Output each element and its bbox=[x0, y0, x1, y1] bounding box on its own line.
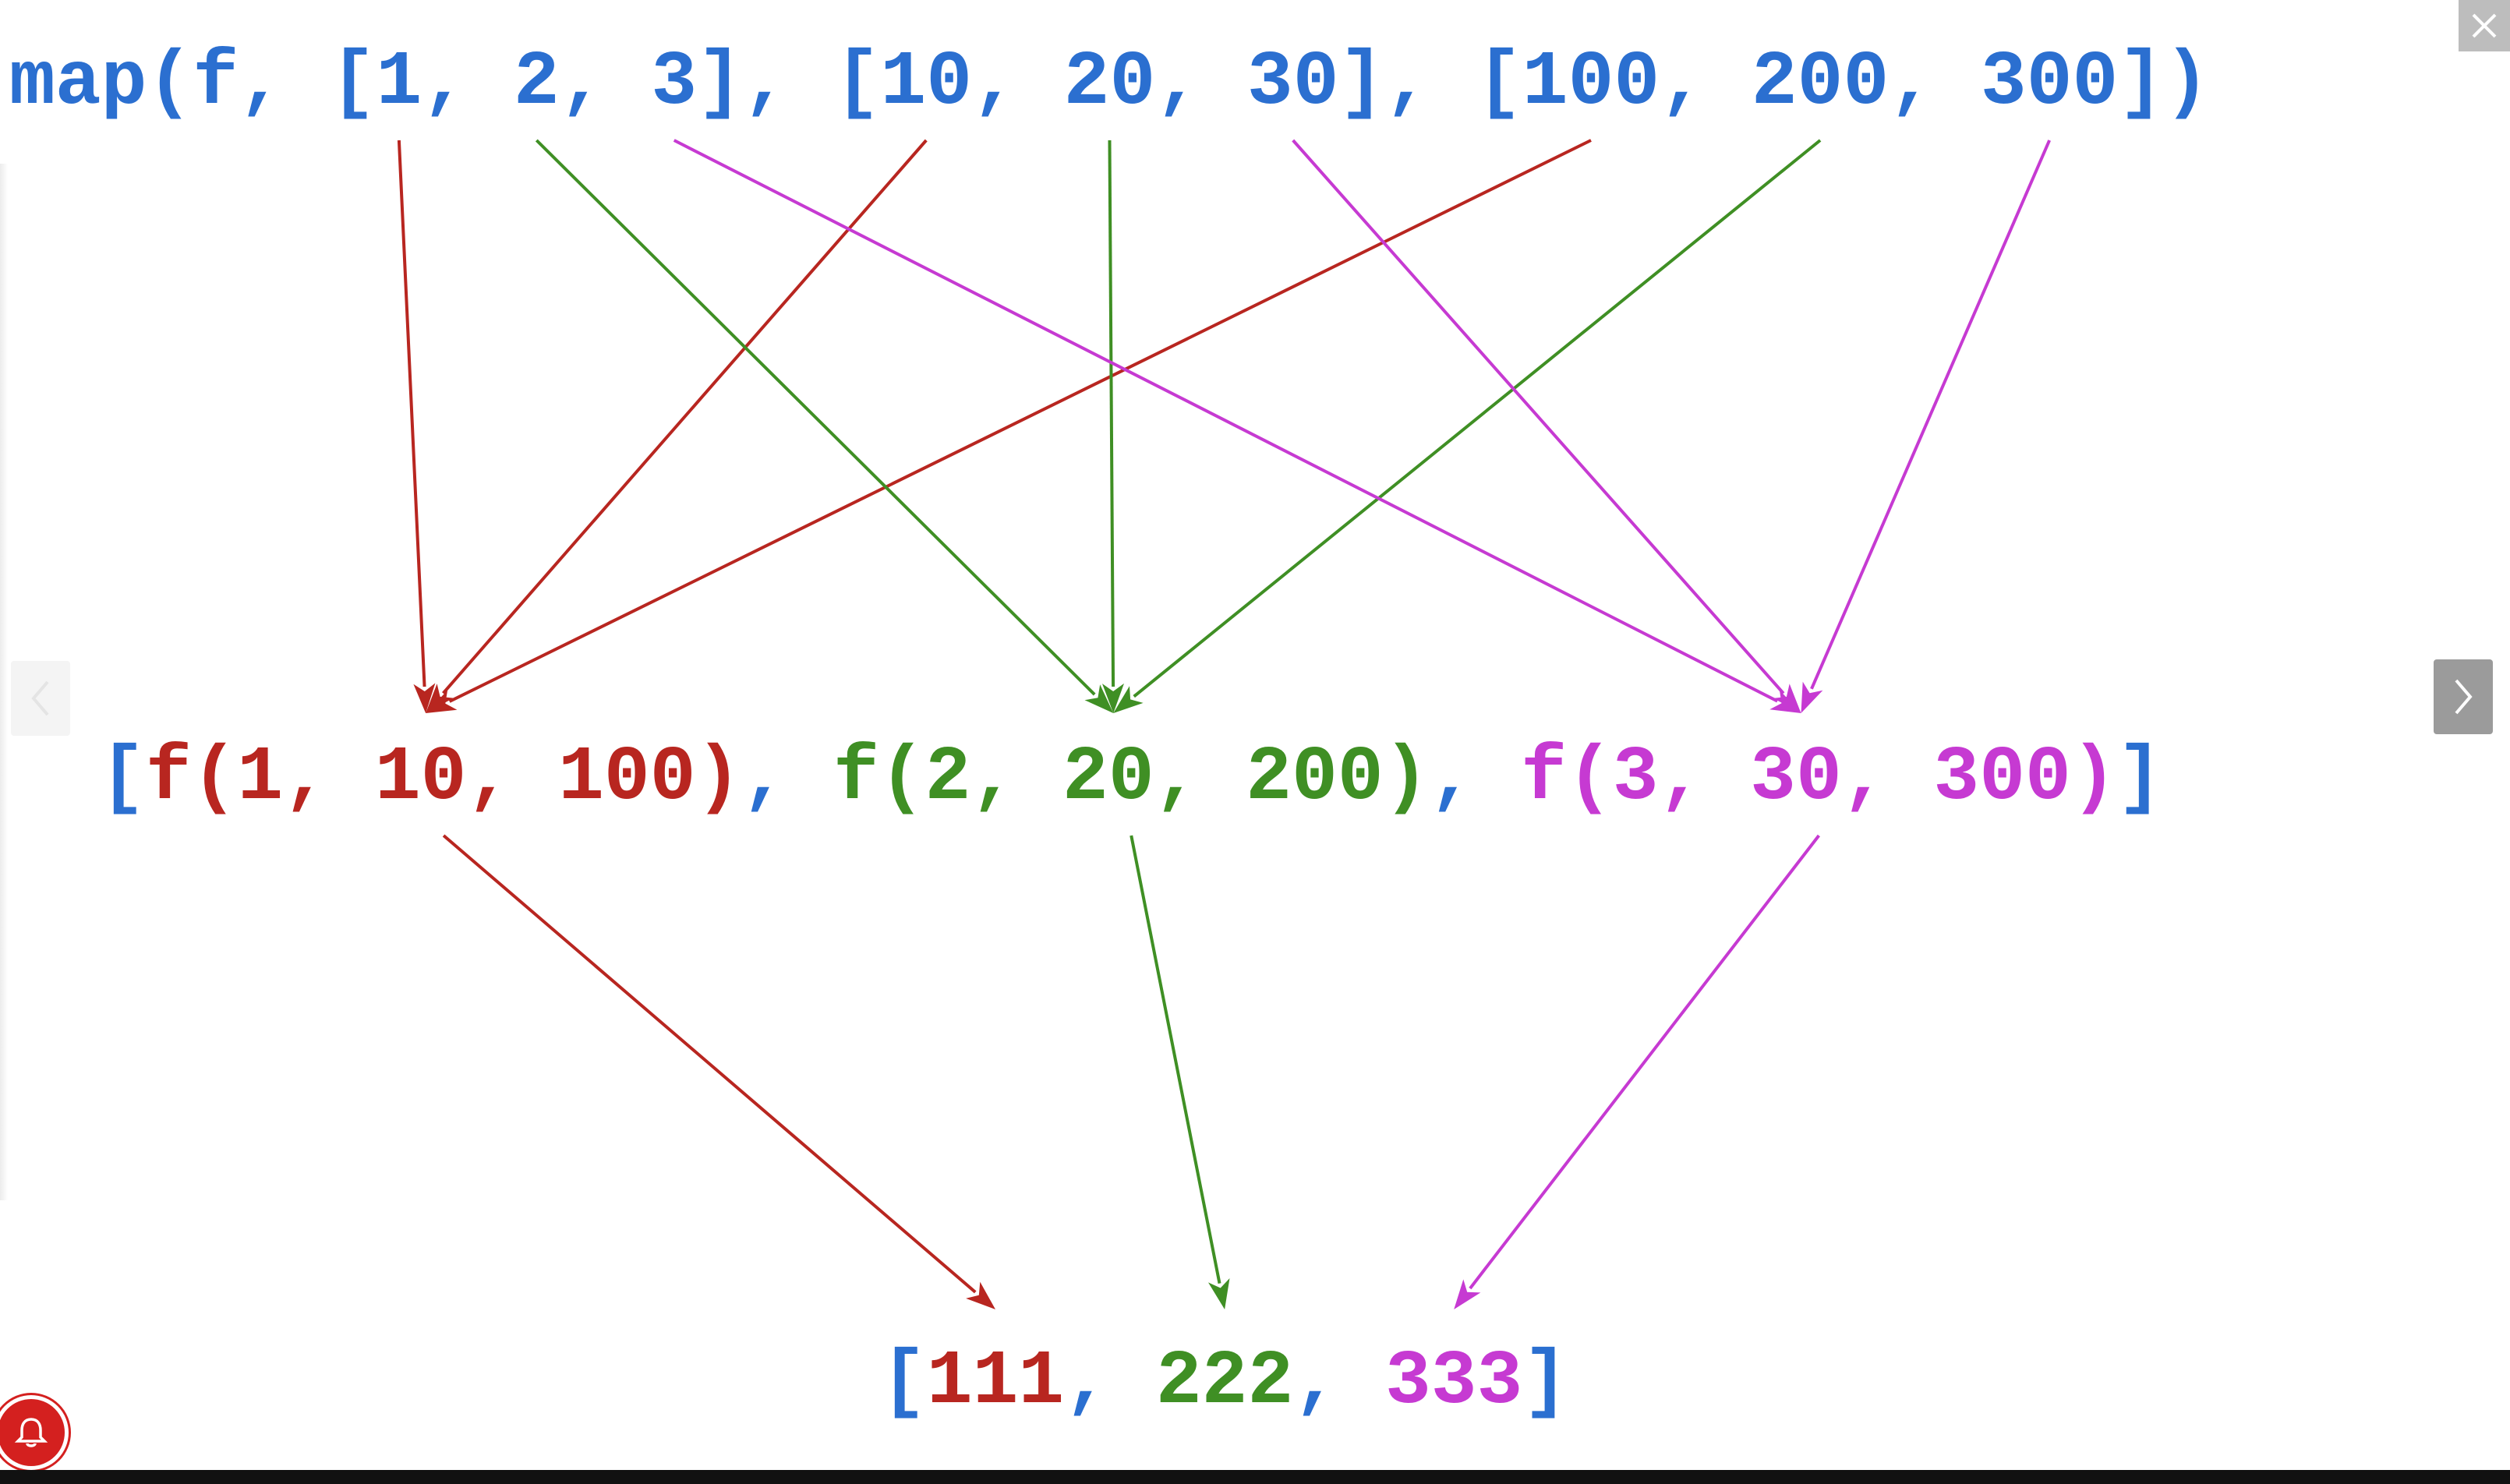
arrow-30-to-f-3-30-300 bbox=[1292, 139, 1785, 694]
punctuation: , bbox=[741, 735, 833, 822]
token-100: 100 bbox=[1522, 40, 1660, 126]
punctuation: map(f, [ bbox=[9, 40, 376, 126]
close-icon bbox=[2472, 13, 2497, 38]
punctuation: , bbox=[422, 40, 514, 126]
arrow-2-to-f-2-20-200 bbox=[535, 139, 1096, 696]
token-111: 111 bbox=[926, 1339, 1065, 1426]
token-f-2-20-200: f(2, 20, 200) bbox=[833, 735, 1430, 822]
diagram-canvas: map(f, [1, 2, 3], [10, 20, 30], [100, 20… bbox=[0, 0, 2510, 1484]
arrow-200-to-f-2-20-200 bbox=[1133, 139, 1822, 698]
token-2: 2 bbox=[513, 40, 560, 126]
arrow-300-to-f-3-30-300 bbox=[1810, 140, 2051, 690]
close-button[interactable] bbox=[2459, 0, 2510, 51]
chevron-left-icon bbox=[31, 680, 49, 716]
arrow-3-to-f-3-30-300 bbox=[673, 139, 1779, 703]
arrow-1-to-f-1-10-100 bbox=[397, 140, 426, 687]
token-f-3-30-300: f(3, 30, 300) bbox=[1521, 735, 2117, 822]
next-button[interactable] bbox=[2434, 659, 2493, 734]
arrow-f-2-20-200-to-222 bbox=[1130, 835, 1221, 1284]
bottom-status-bar bbox=[0, 1470, 2510, 1484]
punctuation: ] bbox=[1522, 1339, 1569, 1426]
punctuation: ], [ bbox=[1338, 40, 1522, 126]
punctuation: ] bbox=[2116, 735, 2163, 822]
chevron-right-icon bbox=[2455, 679, 2473, 715]
token-200: 200 bbox=[1751, 40, 1890, 126]
token-333: 333 bbox=[1384, 1339, 1523, 1426]
arrow-10-to-f-1-10-100 bbox=[442, 139, 928, 694]
token-3: 3 bbox=[651, 40, 698, 126]
arrow-20-to-f-2-20-200 bbox=[1108, 140, 1115, 687]
punctuation: , bbox=[972, 40, 1064, 126]
token-10: 10 bbox=[880, 40, 973, 126]
punctuation: [ bbox=[881, 1339, 927, 1426]
punctuation: ], [ bbox=[697, 40, 881, 126]
punctuation: , bbox=[1155, 40, 1247, 126]
token-30: 30 bbox=[1246, 40, 1339, 126]
arrow-f-1-10-100-to-111 bbox=[442, 834, 977, 1294]
applied-calls-list: [f(1, 10, 100), f(2, 20, 200), f(3, 30, … bbox=[100, 740, 2162, 817]
punctuation: , bbox=[1429, 735, 1522, 822]
punctuation: , bbox=[1660, 40, 1752, 126]
map-call-expression: map(f, [1, 2, 3], [10, 20, 30], [100, 20… bbox=[9, 45, 2210, 122]
token-20: 20 bbox=[1063, 40, 1156, 126]
token-300: 300 bbox=[1980, 40, 2119, 126]
previous-button[interactable] bbox=[11, 661, 70, 736]
token-f-1-10-100: f(1, 10, 100) bbox=[145, 735, 742, 822]
punctuation: , bbox=[1293, 1339, 1385, 1426]
punctuation: [ bbox=[100, 735, 146, 822]
token-1: 1 bbox=[376, 40, 422, 126]
arrowhead-f-3-30-300-to-333 bbox=[1454, 1279, 1481, 1309]
punctuation: ]) bbox=[2118, 40, 2210, 126]
token-222: 222 bbox=[1155, 1339, 1294, 1426]
punctuation: , bbox=[1889, 40, 1981, 126]
punctuation: , bbox=[559, 40, 652, 126]
punctuation: , bbox=[1064, 1339, 1156, 1426]
result-list: [111, 222, 333] bbox=[881, 1344, 1568, 1421]
bell-icon bbox=[14, 1418, 48, 1447]
arrow-f-3-30-300-to-333 bbox=[1469, 834, 1820, 1290]
